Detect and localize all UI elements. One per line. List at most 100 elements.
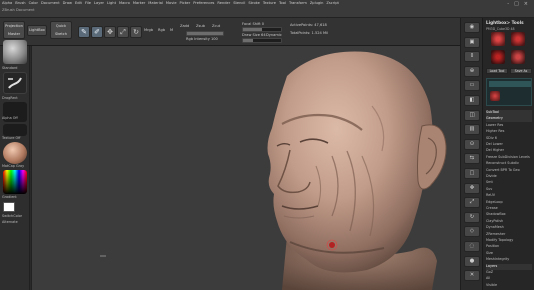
close-icon[interactable]: × (524, 1, 528, 7)
main-color-swatch[interactable] (3, 202, 15, 212)
menu-item[interactable]: Preferences (193, 1, 214, 5)
menu-item[interactable]: Layer (94, 1, 104, 5)
floor-icon[interactable]: ▤ (464, 124, 480, 136)
xpose-icon[interactable]: ✕ (464, 270, 480, 282)
aahalf-icon[interactable]: ◧ (464, 95, 480, 106)
zsub-toggle[interactable]: Zsub (196, 24, 205, 28)
local-icon[interactable]: ⊙ (464, 138, 480, 150)
tray-item-crease[interactable]: Crease (486, 206, 532, 212)
tray-item-dynamesh[interactable]: DynaMesh (486, 225, 532, 231)
scale-icon[interactable]: ⤢ (464, 197, 480, 209)
zadd-toggle[interactable]: Zadd (180, 24, 189, 28)
menu-item[interactable]: Render (217, 1, 230, 5)
dynamic-toggle[interactable]: Dynamic (266, 33, 282, 37)
menu-item[interactable]: Transform (289, 1, 307, 5)
tray-item-del-higher[interactable]: Del Higher (486, 148, 532, 154)
rgb-intensity-slider[interactable] (186, 31, 224, 36)
tool-thumbnail-1[interactable] (491, 32, 505, 46)
canvas-viewport[interactable] (31, 46, 460, 290)
switch-color-label[interactable]: SwitchColor (2, 214, 22, 218)
tray-item-size[interactable]: Size (486, 251, 532, 257)
tray-item-divide[interactable]: Divide (486, 174, 532, 180)
spix-3-icon[interactable]: ▣ (464, 36, 480, 48)
menu-item[interactable]: Material (148, 1, 163, 5)
load-tool-button[interactable]: Load Tool (486, 68, 508, 74)
material-selector-icon[interactable] (3, 142, 27, 164)
menu-item[interactable]: Draw (63, 1, 72, 5)
tray-item-smt[interactable]: Smt (486, 180, 532, 186)
color-picker[interactable] (3, 170, 27, 194)
draw-mode-icon[interactable]: ✐ (91, 26, 103, 38)
save-as-button[interactable]: Save As (510, 68, 532, 74)
menu-item[interactable]: File (85, 1, 91, 5)
menu-item[interactable]: Texture (263, 1, 276, 5)
tray-item-sdiv[interactable]: SDiv 6 (486, 136, 532, 142)
menu-item[interactable]: Macro (119, 1, 130, 5)
tray-item-lower-res[interactable]: Lower Res (486, 123, 532, 129)
tool-thumbnail-2[interactable] (511, 32, 525, 46)
tray-item-claypolish[interactable]: ClayPolish (486, 219, 532, 225)
m-toggle[interactable]: M (170, 28, 173, 32)
tray-item-visible[interactable]: Visible (486, 283, 532, 289)
lightbox-button[interactable]: LightBox (27, 25, 47, 36)
focal-shift-slider[interactable] (242, 27, 282, 32)
draw-size-slider[interactable] (242, 38, 282, 43)
projection-master-button[interactable]: Projection Master (3, 21, 25, 39)
zoom-icon[interactable]: ⊕ (464, 65, 480, 77)
tool-thumbnail-4[interactable] (511, 50, 525, 64)
scale-mode-icon[interactable]: ⤢ (117, 26, 129, 38)
rotate-mode-icon[interactable]: ↻ (130, 26, 142, 38)
menu-item[interactable]: Stencil (233, 1, 245, 5)
tray-item-shadowbox[interactable]: ShadowBox (486, 212, 532, 218)
bpr-icon[interactable]: ◉ (464, 22, 480, 33)
tray-item-suv[interactable]: Suv (486, 187, 532, 193)
tray-item-edge-loop[interactable]: EdgeLoop (486, 200, 532, 206)
menu-item[interactable]: Light (107, 1, 116, 5)
menu-item[interactable]: Zplugin (310, 1, 324, 5)
tray-item-all[interactable]: All (486, 276, 532, 282)
sculpt-canvas[interactable] (32, 46, 461, 290)
tray-item-higher-res[interactable]: Higher Res (486, 129, 532, 135)
menu-item[interactable]: Marker (133, 1, 145, 5)
quick-sketch-button[interactable]: Quick Sketch (50, 21, 72, 39)
menu-item[interactable]: Picker (180, 1, 191, 5)
minimize-icon[interactable]: - (507, 1, 509, 7)
tray-item-del-lower[interactable]: Del Lower (486, 142, 532, 148)
menu-item[interactable]: Tool (279, 1, 286, 5)
tray-item-reconstruct[interactable]: Reconstruct Subdiv (486, 161, 532, 167)
menu-item[interactable]: Zscript (326, 1, 338, 5)
menu-item[interactable]: Alpha (2, 1, 12, 5)
maximize-icon[interactable]: □ (514, 1, 519, 7)
menu-item[interactable]: Edit (75, 1, 82, 5)
tray-item-modify-topology[interactable]: Modify Topology (486, 238, 532, 244)
solo-icon[interactable]: ● (464, 255, 480, 267)
stroke-selector-icon[interactable] (3, 72, 27, 94)
tool-thumbnail-3[interactable] (491, 50, 505, 64)
texture-selector-icon[interactable] (3, 124, 27, 136)
move-icon[interactable]: ✥ (464, 182, 480, 194)
move-mode-icon[interactable]: ✥ (104, 26, 116, 38)
alternate-label[interactable]: Alternate (2, 220, 18, 224)
tray-item-subtool[interactable]: SubTool (486, 110, 532, 116)
persp-icon[interactable]: ◫ (464, 109, 480, 121)
subtool-panel[interactable] (486, 78, 532, 106)
menu-item[interactable]: Stroke (248, 1, 259, 5)
menu-item[interactable]: Color (29, 1, 38, 5)
rotate-icon[interactable]: ↻ (464, 211, 480, 223)
l-sym-icon[interactable]: ⇆ (464, 153, 480, 165)
transp-icon[interactable]: ◌ (464, 241, 480, 252)
tray-item-zremesher[interactable]: ZRemesher (486, 232, 532, 238)
tray-item-layers[interactable]: Layers (486, 263, 532, 270)
subtool-selected[interactable] (489, 81, 531, 87)
menu-item[interactable]: Document (41, 1, 60, 5)
tray-item-goz[interactable]: GoZ (486, 270, 532, 276)
tray-item-convert-bpr[interactable]: Convert BPR To Geo (486, 168, 532, 174)
edit-mode-icon[interactable]: ✎ (78, 26, 90, 38)
mrgb-toggle[interactable]: Mrgb (144, 28, 153, 32)
frame-icon[interactable]: ▢ (464, 168, 480, 179)
tray-item-meshintegrity[interactable]: MeshIntegrity (486, 257, 532, 263)
menu-item[interactable]: Movie (166, 1, 177, 5)
brush-selector-icon[interactable] (3, 40, 27, 64)
rgb-toggle[interactable]: Rgb (158, 28, 165, 32)
zcut-toggle[interactable]: Zcut (212, 24, 220, 28)
